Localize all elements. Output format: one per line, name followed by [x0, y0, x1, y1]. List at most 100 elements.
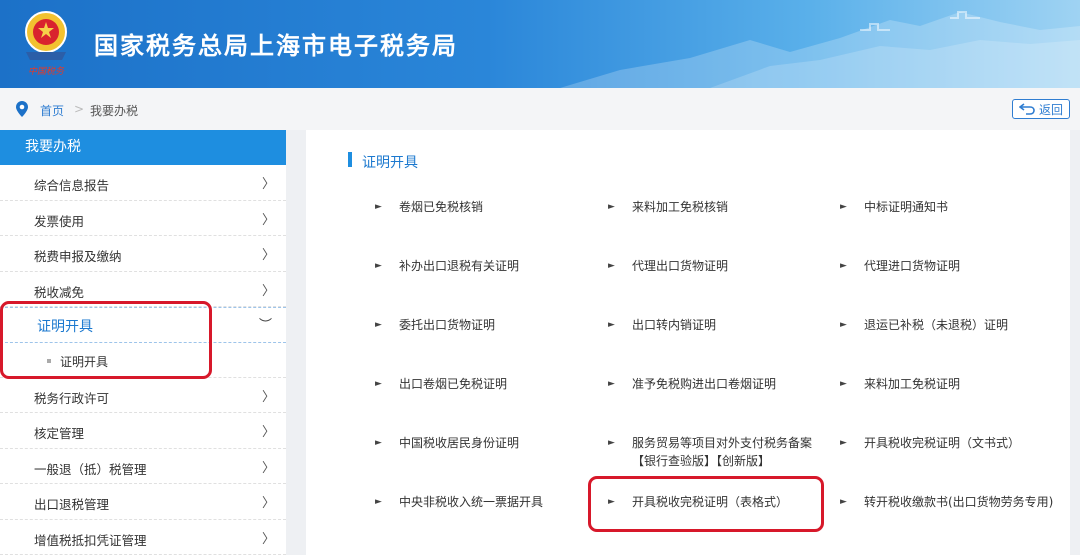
sidebar-item-general-refund[interactable]: 一般退（抵）税管理 〉 — [0, 449, 286, 484]
chevron-right-icon: 〉 — [262, 389, 276, 405]
arrow-right-icon: ► — [840, 202, 847, 212]
service-link[interactable]: ► 代理进口货物证明 — [840, 257, 961, 275]
arrow-right-icon: ► — [608, 438, 615, 448]
service-link[interactable]: ► 中标证明通知书 — [840, 198, 949, 216]
arrow-right-icon: ► — [608, 261, 615, 271]
service-label: 退运已补税（未退税）证明 — [864, 318, 1009, 332]
sidebar-item-comprehensive-report[interactable]: 综合信息报告 〉 — [0, 165, 286, 201]
sidebar-item-vat-deduction[interactable]: 增值税抵扣凭证管理 〉 — [0, 520, 286, 555]
arrow-right-icon: ► — [608, 497, 615, 507]
service-label: 出口卷烟已免税证明 — [399, 377, 508, 391]
arrow-right-icon: ► — [375, 438, 382, 448]
sidebar-item-label: 综合信息报告 — [34, 178, 110, 193]
location-pin-icon — [16, 101, 28, 117]
svg-text:中国税务: 中国税务 — [28, 66, 65, 77]
service-label: 代理出口货物证明 — [632, 259, 729, 273]
service-link[interactable]: ► 转开税收缴款书(出口货物劳务专用) — [840, 493, 1054, 511]
site-header: 中国税务 国家税务总局上海市电子税务局 — [0, 0, 1080, 88]
sidebar-item-label: 税收减免 — [34, 284, 85, 300]
arrow-right-icon: ► — [840, 497, 847, 507]
arrow-right-icon: ► — [375, 261, 382, 271]
sidebar-item-label: 发票使用 — [34, 213, 85, 229]
arrow-right-icon: ► — [608, 379, 615, 389]
service-label: 中国税收居民身份证明 — [399, 436, 520, 450]
chevron-down-icon: ︶ — [259, 318, 273, 333]
service-label: 准予免税购进出口卷烟证明 — [632, 377, 777, 391]
back-button-label: 返回 — [1038, 102, 1063, 117]
service-label: 转开税收缴款书(出口货物劳务专用) — [864, 495, 1054, 509]
service-label: 卷烟已免税核销 — [399, 200, 484, 214]
service-label: 服务贸易等项目对外支付税务备案 — [632, 436, 813, 450]
chevron-right-icon: 〉 — [262, 177, 276, 192]
sidebar-item-administrative-license[interactable]: 税务行政许可 〉 — [0, 378, 286, 413]
service-link[interactable]: ► 出口卷烟已免税证明 — [375, 375, 508, 393]
service-label: 开具税收完税证明（表格式） — [632, 495, 789, 509]
service-link[interactable]: ► 中国税收居民身份证明 — [375, 434, 520, 452]
service-link[interactable]: ► 委托出口货物证明 — [375, 316, 496, 334]
tax-emblem-icon: 中国税务 — [25, 11, 67, 77]
service-note: 【银行查验版】【创新版】 — [632, 454, 771, 468]
service-label: 委托出口货物证明 — [399, 318, 496, 332]
sidebar: 我要办税 综合信息报告 〉 发票使用 〉 税费申报及缴纳 〉 税收减免 〉 证明… — [0, 130, 286, 555]
sidebar-item-label: 税务行政许可 — [34, 390, 110, 406]
sidebar-subitem-certificate-issuance[interactable]: 证明开具 — [0, 343, 286, 378]
sidebar-item-label: 出口退税管理 — [34, 497, 110, 512]
service-label: 补办出口退税有关证明 — [399, 259, 520, 273]
sidebar-item-tax-filing[interactable]: 税费申报及缴纳 〉 — [0, 236, 286, 272]
arrow-right-icon: ► — [608, 202, 615, 212]
arrow-right-icon: ► — [608, 320, 615, 330]
sidebar-item-invoice-use[interactable]: 发票使用 〉 — [0, 201, 286, 236]
service-link[interactable]: ► 准予免税购进出口卷烟证明 — [608, 375, 777, 393]
section-title: 证明开具 — [362, 155, 418, 171]
service-label: 中标证明通知书 — [864, 200, 949, 214]
service-link[interactable]: ► 出口转内销证明 — [608, 316, 717, 334]
sidebar-item-label: 税费申报及缴纳 — [34, 249, 122, 264]
service-link[interactable]: ► 来料加工免税证明 — [840, 375, 961, 393]
arrow-right-icon: ► — [840, 438, 847, 448]
sidebar-subitem-label: 证明开具 — [60, 354, 109, 369]
chevron-right-icon: 〉 — [262, 248, 276, 263]
sidebar-item-export-refund[interactable]: 出口退税管理 〉 — [0, 484, 286, 520]
sidebar-item-label: 核定管理 — [34, 426, 85, 441]
service-label: 代理进口货物证明 — [864, 259, 961, 273]
chevron-right-icon: 〉 — [262, 531, 276, 547]
service-link[interactable]: ► 卷烟已免税核销 — [375, 198, 484, 216]
arrow-right-icon: ► — [375, 497, 382, 507]
chevron-right-icon: 〉 — [262, 283, 276, 299]
service-label: 出口转内销证明 — [632, 318, 717, 332]
breadcrumb: 首页 > 我要办税 — [0, 88, 1080, 130]
chevron-right-icon: 〉 — [262, 460, 276, 476]
arrow-right-icon: ► — [840, 320, 847, 330]
service-link[interactable]: ► 补办出口退税有关证明 — [375, 257, 520, 275]
breadcrumb-current: 我要办税 — [90, 104, 139, 118]
bullet-icon — [47, 358, 51, 363]
service-panel: 证明开具 ► 卷烟已免税核销 ► 来料加工免税核销 ► 中标证明通知书 ► 补办… — [306, 130, 1070, 555]
service-label: 开具税收完税证明（文书式） — [864, 436, 1021, 450]
service-link[interactable]: ► 中央非税收入统一票据开具 — [375, 493, 544, 511]
sidebar-item-label: 一般退（抵）税管理 — [34, 461, 147, 477]
sidebar-item-certificate-issuance[interactable]: 证明开具 ︶ — [0, 307, 286, 343]
chevron-right-icon: 〉 — [262, 496, 276, 511]
arrow-right-icon: ► — [375, 320, 382, 330]
service-link[interactable]: ► 来料加工免税核销 — [608, 198, 729, 216]
chevron-right-icon: 〉 — [262, 425, 276, 440]
sidebar-item-label: 证明开具 — [37, 319, 93, 335]
breadcrumb-home-link[interactable]: 首页 — [40, 102, 64, 119]
service-label: 中央非税收入统一票据开具 — [399, 495, 544, 509]
service-link[interactable]: ► 退运已补税（未退税）证明 — [840, 316, 1009, 334]
arrow-right-icon: ► — [375, 202, 382, 212]
site-title: 国家税务总局上海市电子税务局 — [94, 32, 458, 60]
sidebar-item-assessment-management[interactable]: 核定管理 〉 — [0, 413, 286, 449]
chevron-right-icon: 〉 — [262, 212, 276, 228]
section-marker — [348, 152, 352, 167]
sidebar-item-label: 增值税抵扣凭证管理 — [34, 532, 147, 548]
great-wall-background — [560, 11, 1080, 88]
service-link[interactable]: ► 开具税收完税证明（文书式） — [840, 434, 1021, 452]
service-label: 来料加工免税核销 — [632, 200, 729, 214]
sidebar-item-tax-relief[interactable]: 税收减免 〉 — [0, 272, 286, 307]
back-button[interactable]: 返回 — [1012, 99, 1070, 119]
service-link[interactable]: ► 服务贸易等项目对外支付税务备案 【银行查验版】【创新版】 — [608, 434, 813, 470]
service-link-tax-payment-certificate-table[interactable]: ► 开具税收完税证明（表格式） — [608, 493, 789, 511]
service-label: 来料加工免税证明 — [864, 377, 961, 391]
service-link[interactable]: ► 代理出口货物证明 — [608, 257, 729, 275]
